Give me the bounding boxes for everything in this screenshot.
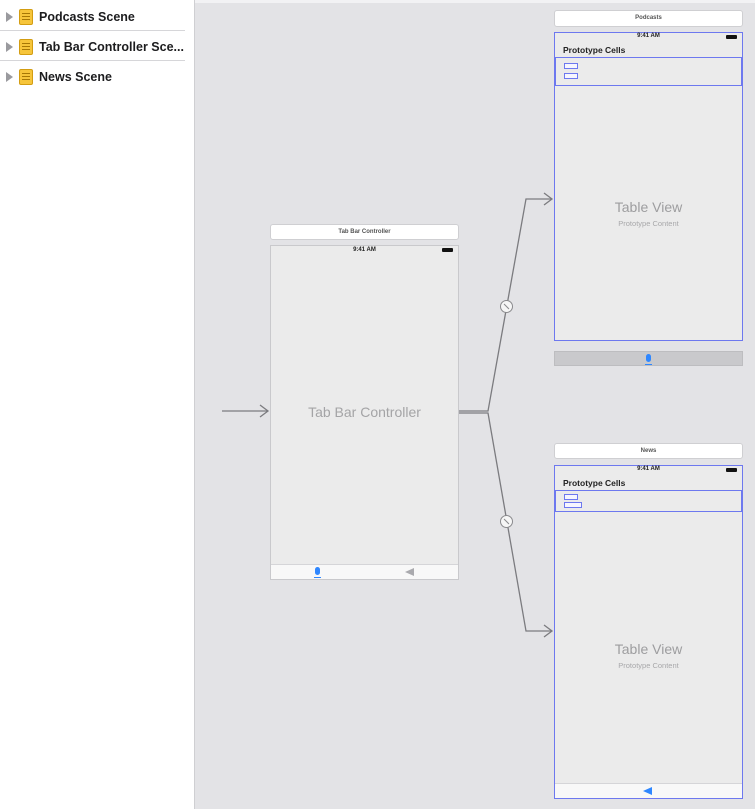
outline-item-tab-bar-controller-scene[interactable]: Tab Bar Controller Sce...	[0, 33, 185, 61]
disclosure-triangle-icon[interactable]	[6, 11, 13, 22]
prototype-content-label: Prototype Content	[618, 661, 679, 670]
prototype-cell[interactable]	[555, 57, 742, 86]
battery-icon	[442, 248, 453, 252]
podcasts-tab-bar[interactable]	[554, 351, 743, 366]
microphone-icon[interactable]	[645, 354, 652, 365]
table-view-label: Table View	[614, 641, 683, 657]
scene-icon	[19, 38, 33, 55]
outline-item-news-scene[interactable]: News Scene	[0, 63, 185, 91]
disclosure-triangle-icon[interactable]	[6, 72, 13, 82]
tab-bar-controller-label: Tab Bar Controller	[308, 404, 421, 420]
news-table-view-controller[interactable]: 9:41 AM Prototype Cells Table View Proto…	[554, 465, 743, 799]
prototype-content-label: Prototype Content	[618, 219, 679, 228]
cell-layout-icon	[564, 494, 578, 500]
status-bar-time: 9:41 AM	[637, 466, 660, 472]
scene-icon	[19, 69, 33, 85]
prototype-cell[interactable]	[555, 490, 742, 512]
scene-title-label: Tab Bar Controller	[338, 229, 391, 235]
segue-relationship-icon[interactable]	[500, 300, 513, 313]
scene-title-news[interactable]: News	[554, 443, 743, 459]
scene-title-label: News	[640, 448, 657, 454]
disclosure-triangle-icon[interactable]	[6, 41, 13, 52]
status-bar-time: 9:41 AM	[637, 33, 660, 39]
document-outline: Podcasts Scene Tab Bar Controller Sce...…	[0, 0, 195, 809]
scene-icon	[19, 8, 33, 25]
battery-icon	[726, 35, 737, 39]
cell-layout-icon	[564, 502, 582, 508]
tab-bar[interactable]	[271, 564, 458, 579]
megaphone-icon[interactable]	[643, 787, 652, 795]
podcasts-table-view-controller[interactable]: 9:41 AM Prototype Cells Table View Proto…	[554, 32, 743, 341]
storyboard-canvas[interactable]: Tab Bar Controller 9:41 AM Tab Bar Contr…	[196, 3, 755, 809]
prototype-cells-header: Prototype Cells	[563, 478, 626, 488]
scene-title-podcasts[interactable]: Podcasts	[554, 10, 743, 27]
cell-layout-icon	[564, 73, 578, 79]
microphone-icon[interactable]	[314, 567, 321, 578]
megaphone-icon[interactable]	[405, 568, 414, 576]
battery-icon	[726, 468, 737, 472]
news-tab-bar[interactable]	[555, 783, 742, 798]
outline-item-label: Podcasts Scene	[39, 9, 135, 24]
table-view-label: Table View	[614, 199, 683, 215]
outline-item-podcasts-scene[interactable]: Podcasts Scene	[0, 3, 185, 31]
tab-bar-controller-scene[interactable]: 9:41 AM Tab Bar Controller	[270, 245, 459, 580]
outline-item-label: Tab Bar Controller Sce...	[39, 39, 184, 54]
scene-title-tab-bar-controller[interactable]: Tab Bar Controller	[270, 224, 459, 240]
scene-title-label: Podcasts	[635, 15, 662, 21]
segue-relationship-icon[interactable]	[500, 515, 513, 528]
outline-item-label: News Scene	[39, 70, 112, 84]
status-bar-time: 9:41 AM	[353, 247, 376, 253]
prototype-cells-header: Prototype Cells	[563, 45, 626, 55]
cell-layout-icon	[564, 63, 578, 69]
